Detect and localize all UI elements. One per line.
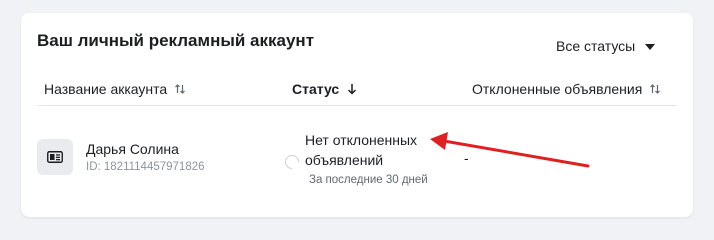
table-header: Название аккаунта Статус Отклоненные объ… xyxy=(37,75,677,106)
account-name[interactable]: Дарья Солина xyxy=(86,141,179,157)
sort-arrows-icon xyxy=(175,84,186,94)
column-header-account-name[interactable]: Название аккаунта xyxy=(44,81,186,97)
column-header-label: Отклоненные объявления xyxy=(472,81,643,97)
table-row[interactable]: Дарья Солина ID: 1821114457971826 Нет от… xyxy=(37,123,677,195)
arrow-down-icon xyxy=(348,84,357,95)
caret-down-icon xyxy=(645,43,656,50)
status-text-line1: Нет отклоненных xyxy=(305,132,418,148)
status-text-line2: объявлений xyxy=(305,152,384,168)
account-id: ID: 1821114457971826 xyxy=(86,161,205,173)
column-header-label: Название аккаунта xyxy=(44,81,168,97)
loading-circle-icon xyxy=(282,152,302,172)
column-header-rejected-ads[interactable]: Отклоненные объявления xyxy=(472,81,661,97)
status-period: За последние 30 дней xyxy=(309,174,428,186)
card-title: Ваш личный рекламный аккаунт xyxy=(37,31,315,50)
ad-account-card: Ваш личный рекламный аккаунт Все статусы… xyxy=(21,13,693,217)
sort-arrows-icon xyxy=(650,84,661,94)
status-filter-dropdown[interactable]: Все статусы xyxy=(556,35,656,57)
status-filter-label: Все статусы xyxy=(556,38,636,54)
rejected-ads-value: - xyxy=(464,150,469,166)
column-header-status[interactable]: Статус xyxy=(292,81,358,97)
ad-account-icon xyxy=(37,139,73,175)
column-header-label: Статус xyxy=(292,81,340,97)
